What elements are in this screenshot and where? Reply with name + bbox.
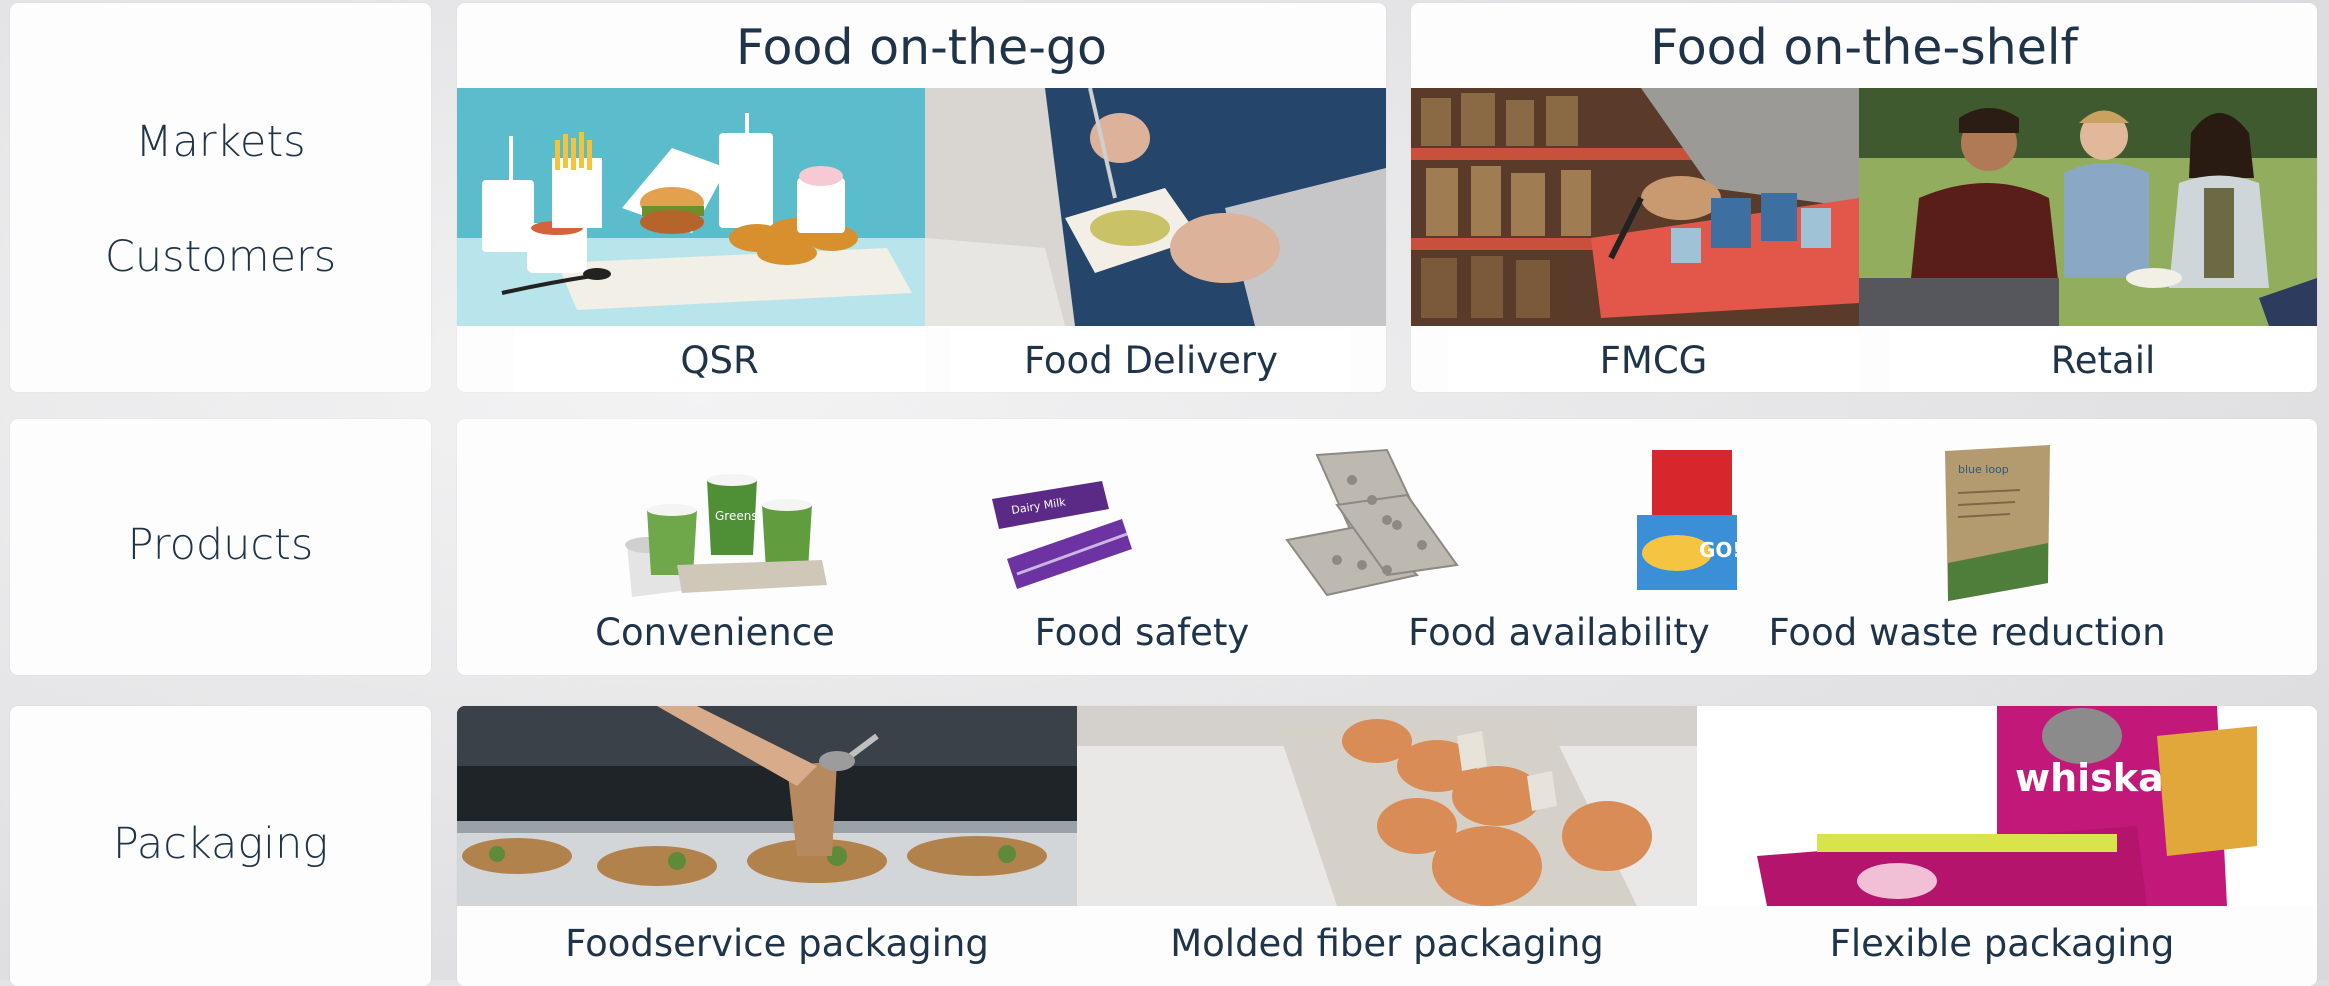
food-on-the-shelf-panel: Food on-the-shelf FMCG Retail (1411, 3, 2317, 392)
flexible-packaging-label: Flexible packaging (1829, 922, 2175, 965)
supermarket-shelf-photo (1411, 88, 1859, 326)
food-on-the-go-panel: Food on-the-go QSR Food Delivery (457, 3, 1386, 392)
paper-pouch-photo: blue loop (1940, 443, 2055, 603)
products-label-panel: Products (10, 419, 431, 675)
egg-trays-stack-photo (1277, 445, 1467, 610)
packaging-label-panel: Packaging (10, 706, 431, 986)
markets-label: Markets (135, 117, 306, 167)
pouch-brand-text: blue loop (1958, 463, 2009, 476)
packaging-panel: whiskas Foodservice packaging Molded fib… (457, 706, 2317, 986)
products-panel: Greens Dairy Milk GO! blue loop Convenie… (457, 419, 2317, 675)
food-availability-label: Food availability (1408, 611, 1710, 654)
packaging-label: Packaging (112, 819, 329, 869)
food-safety-label: Food safety (1034, 611, 1250, 654)
snack-boxes-photo: GO! (1627, 445, 1742, 605)
egg-carton-photo (1077, 706, 1697, 906)
cup-brand-text: Greens (715, 509, 758, 523)
qsr-label: QSR (514, 329, 925, 392)
salad-bar-cup-photo (457, 706, 1077, 906)
fast-food-tray-photo (457, 88, 925, 326)
convenience-label: Convenience (595, 611, 835, 654)
food-on-the-go-title: Food on-the-go (736, 18, 1107, 76)
fmcg-label: FMCG (1448, 329, 1859, 392)
snack-brand-text: GO! (1699, 538, 1742, 562)
food-delivery-photo (925, 88, 1386, 326)
customers-label: Customers (104, 232, 337, 282)
chocolate-bar-wrappers-photo: Dairy Milk (987, 469, 1137, 599)
green-cups-carrier-photo: Greens (607, 465, 837, 605)
foodservice-packaging-label: Foodservice packaging (565, 922, 989, 965)
food-delivery-label: Food Delivery (951, 329, 1351, 392)
food-on-the-shelf-title: Food on-the-shelf (1650, 18, 2078, 76)
markets-customers-label-panel: Markets Customers (10, 3, 431, 392)
picnic-people-photo (1859, 88, 2317, 326)
food-waste-reduction-label: Food waste reduction (1768, 611, 2166, 654)
retail-label: Retail (1889, 329, 2317, 392)
products-label: Products (127, 520, 314, 570)
molded-fiber-packaging-label: Molded fiber packaging (1170, 922, 1604, 965)
pet-food-bags-photo: whiskas (1697, 706, 2317, 906)
